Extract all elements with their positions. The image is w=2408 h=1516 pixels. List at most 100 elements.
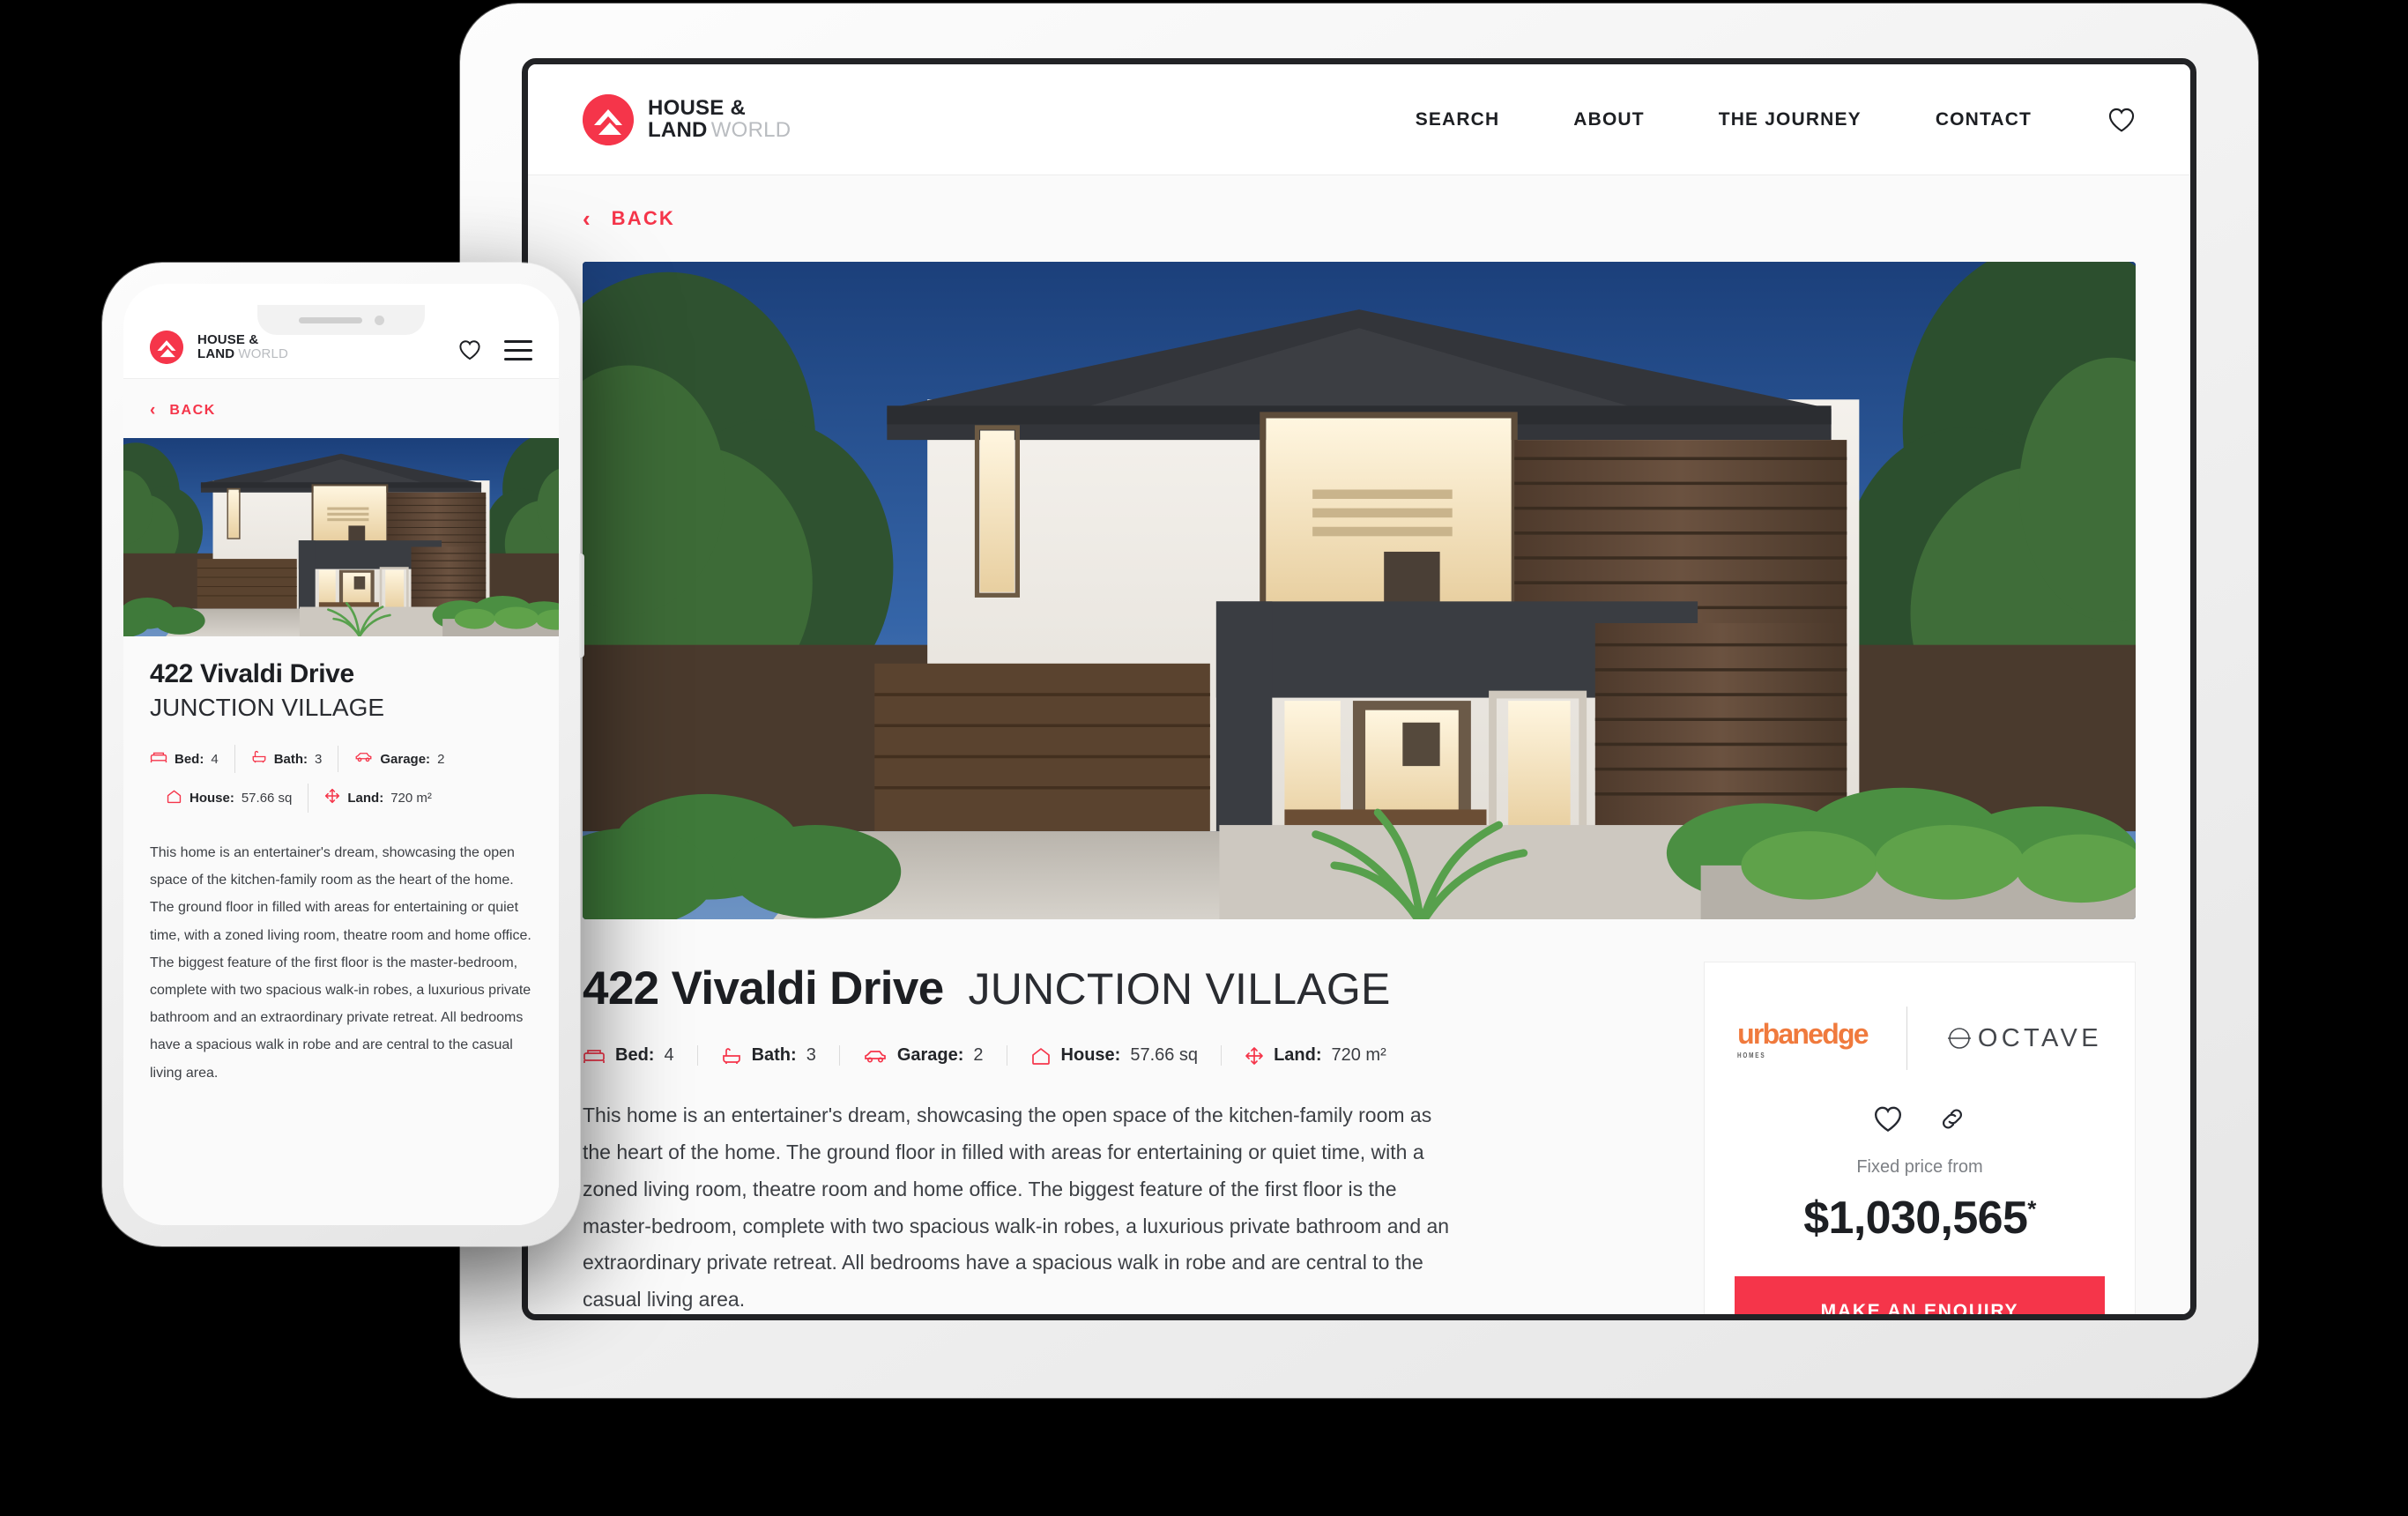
property-hero-image[interactable] [583,262,2136,919]
property-suburb-mobile: JUNCTION VILLAGE [150,694,385,721]
heart-icon[interactable] [458,339,481,360]
house-icon [166,789,182,808]
tablet-device: HOUSE & LAND WORLD SEARCH ABOUT THE JOUR… [460,4,2258,1398]
urbanedge-sub: HOMES [1737,1051,1766,1059]
site-logo-wordmark-mobile: HOUSE & LAND WORLD [197,333,288,360]
price-label: Fixed price from [1856,1157,1983,1177]
chevron-left-icon: ‹ [150,401,156,420]
builder-brand-row: urbanedge HOMES OCTAVE [1735,994,2105,1075]
main-navigation: SEARCH ABOUT THE JOURNEY CONTACT [1379,107,2136,133]
site-logo[interactable]: HOUSE & LAND WORLD [583,93,792,145]
spec-bath-label: Bath: [273,751,308,767]
site-logo-mobile[interactable]: HOUSE & LAND WORLD [150,331,288,364]
bath-icon [251,749,267,769]
spec-bed: Bed: 4 [150,746,234,773]
nav-item-the-journey[interactable]: THE JOURNEY [1682,109,1899,130]
spec-bath: Bath: 3 [234,745,338,773]
price-asterisk: * [2027,1195,2036,1222]
spec-house-label: House: [190,791,234,806]
bath-icon [721,1046,742,1066]
logo-line2-light: WORLD [710,117,792,142]
spec-bath-label: Bath: [751,1045,797,1065]
spec-bath-value: 3 [315,751,323,767]
nav-item-about[interactable]: ABOUT [1536,109,1681,130]
spec-row-2: House: 57.66 sq Land: 720 m² [150,784,532,813]
spec-garage: Garage: 2 [838,1045,1007,1066]
heart-icon[interactable] [2069,107,2136,133]
spec-house: House: 57.66 sq [166,784,308,813]
property-description: This home is an entertainer's dream, sho… [583,1104,1450,1312]
logo-line1: HOUSE & [648,95,747,120]
spec-house-value: 57.66 sq [1130,1045,1199,1065]
car-icon [863,1047,888,1065]
make-an-enquiry-button[interactable]: MAKE AN ENQUIRY [1735,1276,2105,1314]
logo-line2-bold: LAND [648,117,708,142]
tablet-site-header: HOUSE & LAND WORLD SEARCH ABOUT THE JOUR… [528,64,2190,175]
spec-bed-label: Bed: [175,751,204,767]
price-value: $1,030,565* [1735,1192,2105,1245]
property-suburb: JUNCTION VILLAGE [968,964,1391,1014]
spec-garage-label: Garage: [896,1045,964,1065]
logo-line1: HOUSE & [197,332,259,348]
bed-icon [583,1047,606,1065]
arrows-icon [1245,1046,1264,1066]
phone-screen: HOUSE & LAND WORLD ‹ BACK 422 Vivaldi Dr… [123,284,559,1225]
price-card: urbanedge HOMES OCTAVE Fixed price from … [1704,962,2136,1314]
spec-garage-value: 2 [437,751,445,767]
urbanedge-logo: urbanedge HOMES [1737,1018,1906,1059]
phone-camera [374,315,384,325]
property-description-mobile: This home is an entertainer's dream, sho… [150,845,531,1081]
spec-land-label: Land: [1274,1045,1322,1065]
heart-icon[interactable] [1873,1105,1903,1133]
logo-line2-light: WORLD [238,346,289,361]
back-button[interactable]: ‹ BACK [583,175,2136,262]
hamburger-menu-icon[interactable] [504,339,532,360]
spec-land-value: 720 m² [390,791,432,806]
back-button-mobile[interactable]: ‹ BACK [123,379,559,438]
spec-land-value: 720 m² [1331,1045,1386,1065]
site-logo-wordmark: HOUSE & LAND WORLD [648,95,792,142]
phone-property-content: 422 Vivaldi Drive JUNCTION VILLAGE Bed: [123,636,559,1087]
property-specs-mobile: Bed: 4 Bath: 3 Garage: 2 House: 57.66 sq… [150,745,532,813]
spec-bed-label: Bed: [615,1045,655,1065]
card-action-row [1735,1075,2105,1138]
back-button-label: BACK [169,402,216,418]
nav-item-contact[interactable]: CONTACT [1899,109,2069,130]
property-specs: Bed: 4 Bath: 3 Garage: 2 House: 57.66 sq… [583,1045,1663,1066]
spec-house-label: House: [1060,1045,1121,1065]
tablet-screen: HOUSE & LAND WORLD SEARCH ABOUT THE JOUR… [522,58,2196,1320]
price-amount: $1,030,565 [1803,1193,2028,1244]
spec-garage-value: 2 [973,1045,984,1065]
house-land-world-logo-icon [583,93,634,145]
phone-header-actions [458,339,532,364]
octave-o-icon [1947,1028,1971,1049]
property-detail-section: 422 Vivaldi Drive JUNCTION VILLAGE Bed: … [583,919,2136,1314]
property-address-mobile: 422 Vivaldi Drive [150,659,354,688]
link-icon[interactable] [1938,1105,1966,1133]
urbanedge-wordmark: urbanedge [1737,1017,1869,1050]
spec-bed: Bed: 4 [583,1045,697,1066]
property-hero-image-mobile[interactable] [123,438,559,636]
car-icon [354,750,373,768]
spec-garage-label: Garage: [380,751,431,767]
bed-icon [150,750,167,769]
spec-land: Land: 720 m² [1221,1045,1409,1066]
spec-house: House: 57.66 sq [1006,1045,1222,1066]
house-land-world-logo-icon [150,331,183,364]
phone-side-button[interactable] [579,554,584,658]
spec-bed-value: 4 [664,1045,674,1065]
spec-land-label: Land: [347,791,384,806]
chevron-left-icon: ‹ [583,205,591,232]
logo-line2-bold: LAND [197,346,235,361]
device-mockup-stage: HOUSE & LAND WORLD SEARCH ABOUT THE JOUR… [0,0,2408,1516]
back-button-label: BACK [611,207,676,229]
house-icon [1030,1046,1052,1066]
spec-bed-value: 4 [211,751,219,767]
nav-item-search[interactable]: SEARCH [1379,109,1537,130]
phone-notch [257,305,425,335]
arrows-icon [324,788,340,808]
spec-land: Land: 720 m² [308,784,448,813]
phone-page-body: ‹ BACK 422 Vivaldi Drive JUNCTION VILLAG… [123,379,559,1225]
property-title: 422 Vivaldi Drive JUNCTION VILLAGE [583,962,1663,1015]
property-address: 422 Vivaldi Drive [583,962,944,1014]
